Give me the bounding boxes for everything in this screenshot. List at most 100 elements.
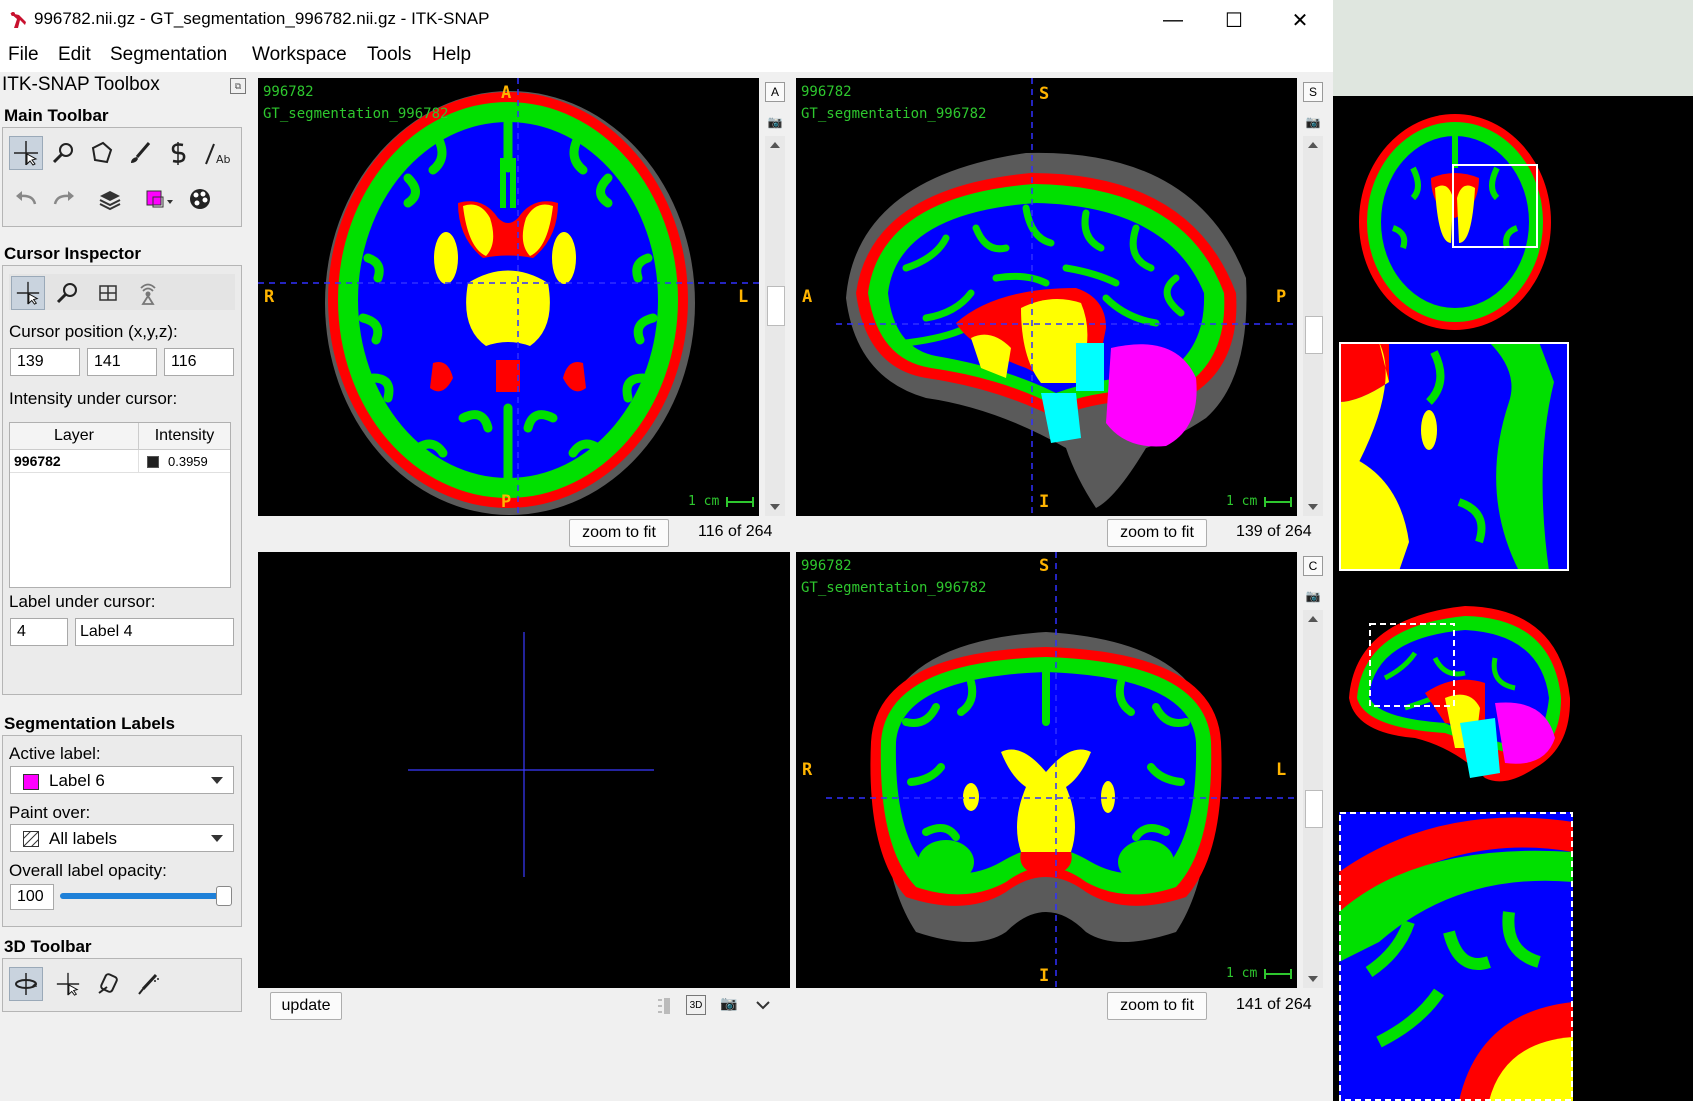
3d-mode-button[interactable]: 3D [686, 995, 706, 1015]
coronal-view[interactable]: 996782 GT_segmentation_996782 S I R L 1 … [796, 552, 1297, 988]
menu-help[interactable]: Help [432, 44, 471, 66]
scroll-down-icon[interactable] [1308, 504, 1318, 510]
snake-tool-icon[interactable] [161, 136, 195, 170]
table-row[interactable]: 996782 0.3959 [10, 450, 230, 473]
label-under-cursor-label: Label under cursor: [9, 592, 156, 611]
coronal-zoom-to-fit-button[interactable]: zoom to fit [1107, 992, 1207, 1020]
sagittal-view[interactable]: 996782 GT_segmentation_996782 S I A P 1 … [796, 78, 1297, 516]
zoom-tool-icon[interactable] [47, 136, 81, 170]
inspector-crosshair-icon[interactable] [11, 276, 45, 310]
coronal-orient-left: R [802, 760, 813, 780]
annotation-tool-icon[interactable]: Ab [199, 136, 233, 170]
sagittal-slice-image [836, 78, 1297, 516]
cursor-z-field[interactable]: 116 [164, 348, 234, 376]
axial-scroll-thumb[interactable] [767, 286, 785, 326]
scroll-up-icon[interactable] [770, 142, 780, 148]
3d-scalpel-tool-icon[interactable] [91, 967, 125, 1001]
paint-over-value: All labels [49, 829, 118, 848]
3d-crosshair-tool-icon[interactable] [51, 967, 85, 1001]
coronal-letter-button[interactable]: C [1303, 556, 1323, 576]
close-button[interactable]: ✕ [1270, 0, 1330, 40]
axial-zoom-to-fit-button[interactable]: zoom to fit [569, 519, 669, 547]
cursor-x-field[interactable]: 139 [10, 348, 80, 376]
3d-rotate-tool-icon[interactable] [9, 967, 43, 1001]
3d-crosshair-graphic [408, 632, 654, 877]
coronal-scale-label: 1 cm [1226, 966, 1258, 981]
sync-icon[interactable] [131, 276, 165, 310]
menu-workspace[interactable]: Workspace [252, 44, 347, 66]
axial-orient-right: L [738, 287, 749, 307]
sagittal-camera-icon[interactable]: 📷 [1303, 112, 1323, 132]
menu-edit[interactable]: Edit [58, 44, 91, 66]
column-header-intensity[interactable]: Intensity [139, 427, 230, 445]
svg-text:Ab: Ab [216, 153, 230, 166]
cursor-inspector-panel: Cursor position (x,y,z): 139 141 116 Int… [2, 265, 242, 695]
opacity-slider-handle[interactable] [216, 886, 232, 906]
label-id-field[interactable]: 4 [10, 618, 68, 646]
axial-seg-name: GT_segmentation_996782 [263, 106, 449, 122]
scroll-up-icon[interactable] [1308, 142, 1318, 148]
row-intensity-value: 0.3959 [168, 454, 208, 469]
scroll-down-icon[interactable] [1308, 976, 1318, 982]
layout-grid-icon[interactable] [91, 276, 125, 310]
axial-slice-counter: 116 of 264 [698, 523, 773, 540]
maximize-icon: ☐ [1225, 9, 1243, 32]
sagittal-letter-button[interactable]: S [1303, 82, 1323, 102]
column-header-layer[interactable]: Layer [10, 427, 138, 445]
minimize-button[interactable]: — [1143, 0, 1203, 40]
depth-gauge-icon[interactable] [656, 996, 672, 1016]
coronal-slice-scrollbar[interactable] [1303, 610, 1323, 988]
axial-camera-icon[interactable]: 📷 [765, 112, 785, 132]
menu-tools[interactable]: Tools [367, 44, 411, 66]
color-palette-icon[interactable] [183, 182, 217, 216]
sagittal-slice-scrollbar[interactable] [1303, 136, 1323, 516]
coronal-camera-icon[interactable]: 📷 [1303, 586, 1323, 606]
intensity-table: Layer Intensity 996782 0.3959 [9, 422, 231, 588]
sagittal-scroll-thumb[interactable] [1305, 316, 1323, 354]
expand-chevron-icon[interactable] [755, 999, 771, 1017]
opacity-value-field[interactable]: 100 [10, 884, 54, 910]
paintbrush-tool-icon[interactable] [123, 136, 157, 170]
3d-camera-icon[interactable]: 📷 [720, 995, 737, 1012]
all-labels-icon [23, 831, 39, 847]
sagittal-scale-bar [1264, 497, 1292, 507]
axial-letter-button[interactable]: A [765, 82, 785, 102]
sagittal-zoom-to-fit-button[interactable]: zoom to fit [1107, 519, 1207, 547]
axial-slice-scrollbar[interactable] [765, 136, 785, 516]
axial-view[interactable]: 996782 GT_segmentation_996782 A P R L 1 … [258, 78, 759, 516]
coronal-seg-name: GT_segmentation_996782 [801, 580, 987, 596]
redo-icon[interactable] [47, 182, 81, 216]
menu-segmentation[interactable]: Segmentation [110, 44, 227, 66]
active-label-value: Label 6 [49, 771, 105, 790]
menu-file[interactable]: File [8, 44, 39, 66]
layers-icon[interactable] [93, 182, 127, 216]
inspector-zoom-icon[interactable] [51, 276, 85, 310]
opacity-slider[interactable] [60, 893, 230, 899]
sagittal-orient-bottom: I [1039, 492, 1050, 512]
coronal-scroll-thumb[interactable] [1305, 790, 1323, 828]
active-label-dropdown[interactable]: Label 6 [10, 766, 234, 794]
crosshair-tool-icon[interactable] [9, 136, 43, 170]
label-color-icon[interactable] [143, 182, 177, 216]
3d-spraypaint-tool-icon[interactable] [131, 967, 165, 1001]
cursor-position-label: Cursor position (x,y,z): [9, 322, 178, 341]
background-thumbnail-window [1333, 0, 1693, 1101]
polygon-tool-icon[interactable] [85, 136, 119, 170]
3d-toolbar-heading: 3D Toolbar [4, 937, 92, 956]
opacity-slider-fill [60, 893, 230, 899]
axial-slice-image [258, 78, 759, 516]
title-bar: 996782.nii.gz - GT_segmentation_996782.n… [0, 0, 1333, 40]
undock-icon[interactable]: ⧉ [230, 78, 246, 94]
scroll-down-icon[interactable] [770, 504, 780, 510]
3d-update-button[interactable]: update [270, 992, 342, 1020]
paint-over-dropdown[interactable]: All labels [10, 824, 234, 852]
cursor-y-field[interactable]: 141 [87, 348, 157, 376]
3d-view[interactable] [258, 552, 790, 988]
label-name-field[interactable]: Label 4 [75, 618, 234, 646]
scroll-up-icon[interactable] [1308, 616, 1318, 622]
intensity-swatch [147, 456, 159, 468]
undo-icon[interactable] [9, 182, 43, 216]
coronal-image-name: 996782 [801, 558, 852, 574]
toolbox-title: ITK-SNAP Toolbox [2, 74, 160, 95]
maximize-button[interactable]: ☐ [1204, 0, 1264, 40]
